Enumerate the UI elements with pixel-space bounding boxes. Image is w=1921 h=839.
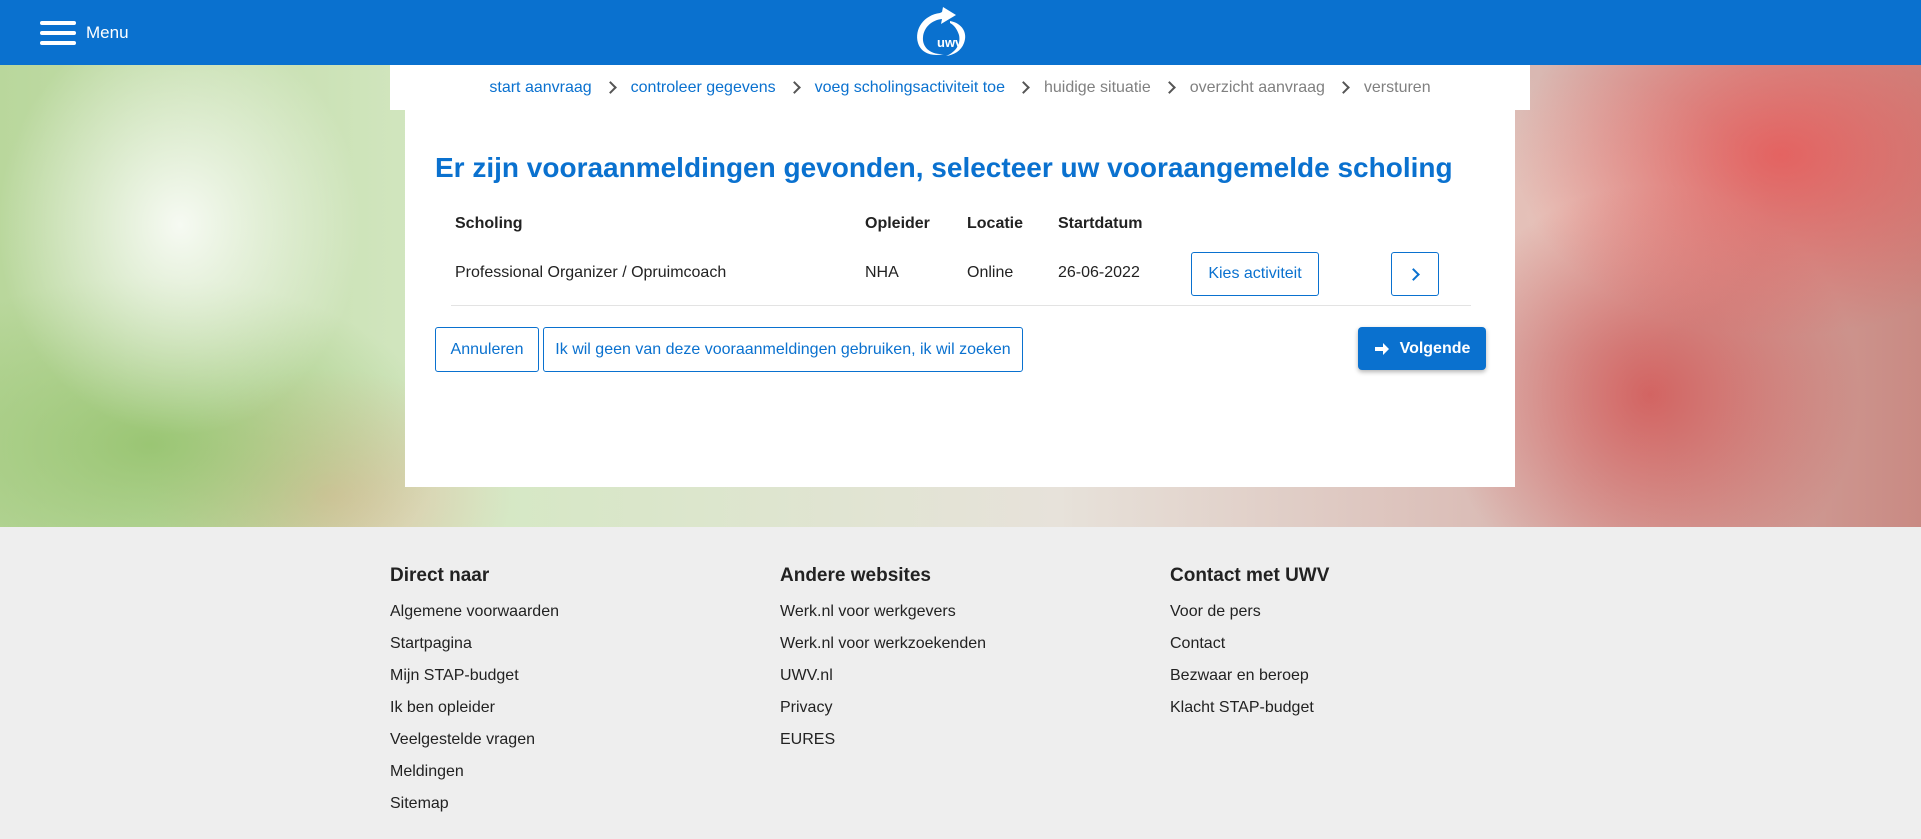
footer-link-bezwaar-en-beroep[interactable]: Bezwaar en beroep (1170, 667, 1329, 699)
footer-heading: Direct naar (390, 565, 490, 586)
footer-link-privacy[interactable]: Privacy (780, 699, 986, 731)
breadcrumb: start aanvraag controleer gegevens voeg … (390, 65, 1530, 110)
cell-opleider: NHA (865, 264, 899, 281)
top-header: Menu uwv (0, 0, 1921, 65)
chevron-right-icon (603, 81, 617, 94)
cell-startdatum: 26-06-2022 (1058, 264, 1140, 281)
breadcrumb-step-voeg-scholingsactiviteit-toe[interactable]: voeg scholingsactiviteit toe (815, 79, 1005, 97)
footer-column-andere-websites: Andere websites Werk.nl voor werkgevers … (780, 565, 986, 763)
menu-label: Menu (86, 23, 129, 42)
footer-column-direct-naar: Direct naar Algemene voorwaarden Startpa… (390, 565, 559, 827)
footer-link-ik-ben-opleider[interactable]: Ik ben opleider (390, 699, 559, 731)
footer-link-contact[interactable]: Contact (1170, 635, 1329, 667)
footer-link-startpagina[interactable]: Startpagina (390, 635, 559, 667)
breadcrumb-step-start-aanvraag[interactable]: start aanvraag (489, 79, 591, 97)
footer-link-werk-nl-werkzoekenden[interactable]: Werk.nl voor werkzoekenden (780, 635, 986, 667)
footer-link-veelgestelde-vragen[interactable]: Veelgestelde vragen (390, 731, 559, 763)
breadcrumb-step-versturen: versturen (1363, 78, 1431, 96)
column-header-locatie: Locatie (967, 215, 1024, 232)
footer-link-meldingen[interactable]: Meldingen (390, 763, 559, 795)
footer-heading: Andere websites (780, 565, 931, 586)
cancel-button[interactable]: Annuleren (435, 327, 539, 372)
footer-link-sitemap[interactable]: Sitemap (390, 795, 559, 827)
uwv-logo[interactable]: uwv (910, 7, 974, 59)
footer-link-mijn-stap-budget[interactable]: Mijn STAP-budget (390, 667, 559, 699)
chevron-right-icon (1162, 81, 1176, 94)
footer-column-contact-met-uwv: Contact met UWV Voor de pers Contact Bez… (1170, 565, 1329, 731)
footer-link-eures[interactable]: EURES (780, 731, 986, 763)
footer: Direct naar Algemene voorwaarden Startpa… (0, 527, 1921, 839)
chevron-right-icon (1406, 267, 1420, 281)
main-panel: Er zijn vooraanmeldingen gevonden, selec… (405, 110, 1515, 487)
arrow-right-icon (1374, 342, 1389, 355)
row-details-button[interactable] (1391, 252, 1439, 296)
breadcrumb-step-huidige-situatie: huidige situatie (1043, 78, 1151, 96)
cell-locatie: Online (967, 264, 1014, 281)
row-divider (451, 305, 1471, 306)
footer-link-klacht-stap-budget[interactable]: Klacht STAP-budget (1170, 699, 1329, 731)
footer-link-voor-de-pers[interactable]: Voor de pers (1170, 603, 1329, 635)
menu-button[interactable]: Menu (40, 20, 129, 46)
column-header-startdatum: Startdatum (1058, 215, 1143, 232)
cell-scholing: Professional Organizer / Opruimcoach (455, 264, 727, 281)
column-header-opleider: Opleider (865, 215, 930, 232)
footer-link-algemene-voorwaarden[interactable]: Algemene voorwaarden (390, 603, 559, 635)
column-header-scholing: Scholing (455, 215, 523, 232)
footer-link-werk-nl-werkgevers[interactable]: Werk.nl voor werkgevers (780, 603, 986, 635)
hamburger-icon (40, 21, 76, 45)
next-button[interactable]: Volgende (1358, 327, 1486, 370)
chevron-right-icon (787, 81, 801, 94)
footer-link-uwv-nl[interactable]: UWV.nl (780, 667, 986, 699)
footer-heading: Contact met UWV (1170, 565, 1330, 586)
breadcrumb-step-controleer-gegevens[interactable]: controleer gegevens (631, 79, 776, 97)
breadcrumb-step-overzicht-aanvraag: overzicht aanvraag (1189, 78, 1325, 96)
chevron-right-icon (1017, 81, 1030, 94)
page-title: Er zijn vooraanmeldingen gevonden, selec… (435, 152, 1453, 183)
next-button-label: Volgende (1399, 339, 1471, 357)
chevron-right-icon (1337, 81, 1350, 94)
logo-text: uwv (937, 35, 963, 50)
kies-activiteit-button[interactable]: Kies activiteit (1191, 252, 1319, 296)
search-instead-button[interactable]: Ik wil geen van deze vooraanmeldingen ge… (543, 327, 1023, 372)
